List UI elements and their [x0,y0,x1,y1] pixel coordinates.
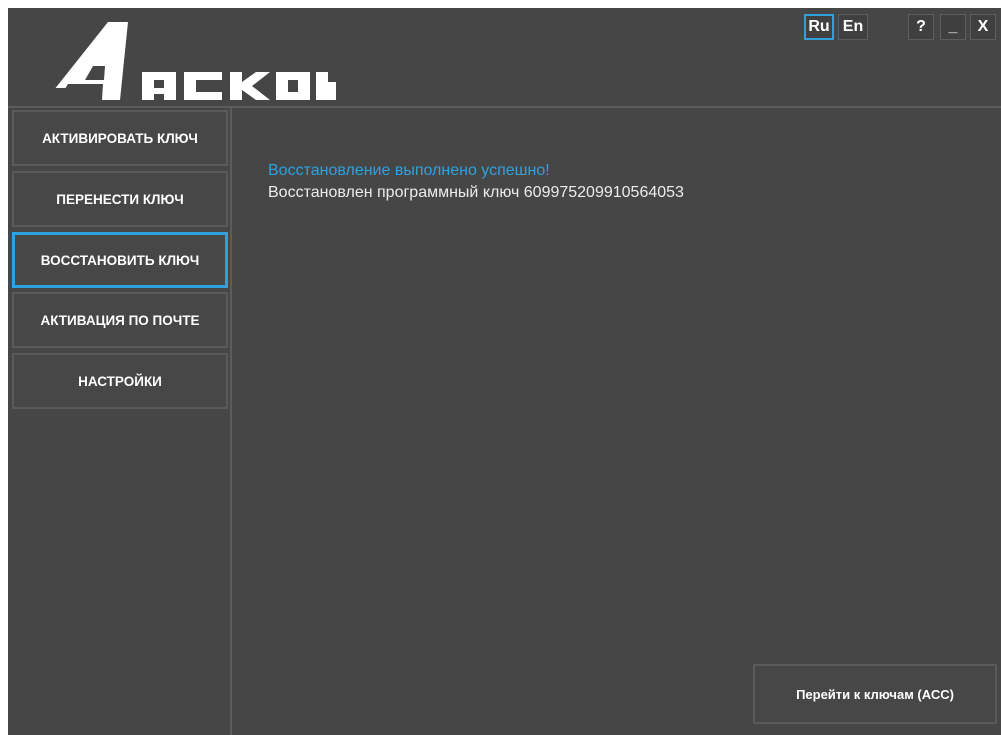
sidebar-item-settings[interactable]: НАСТРОЙКИ [12,353,228,409]
sidebar-item-restore-key[interactable]: ВОССТАНОВИТЬ КЛЮЧ [12,232,228,288]
ascon-logo [46,22,336,100]
success-message: Восстановление выполнено успешно! [268,162,550,179]
sidebar-item-email-activation[interactable]: АКТИВАЦИЯ ПО ПОЧТЕ [12,292,228,348]
minimize-button[interactable]: _ [940,14,966,40]
main-content: Восстановление выполнено успешно! Восста… [268,160,684,204]
sidebar-item-transfer-key[interactable]: ПЕРЕНЕСТИ КЛЮЧ [12,171,228,227]
lang-en-button[interactable]: En [838,14,868,40]
app-window: Ru En ? _ X АКТИВИРОВАТЬ КЛЮЧ ПЕРЕНЕСТИ … [8,8,1001,735]
restore-detail: Восстановлен программный ключ 6099752099… [268,182,684,204]
sidebar-divider [230,108,232,735]
header-divider [8,106,1001,108]
key-number: 609975209910564053 [523,184,684,201]
lang-ru-button[interactable]: Ru [804,14,834,40]
top-strip [548,0,648,8]
detail-prefix: Восстановлен программный ключ [268,184,520,201]
go-to-keys-button[interactable]: Перейти к ключам (АСС) [753,664,997,724]
header: Ru En ? _ X [8,8,1001,108]
sidebar-item-activate-key[interactable]: АКТИВИРОВАТЬ КЛЮЧ [12,110,228,166]
help-button[interactable]: ? [908,14,934,40]
close-button[interactable]: X [970,14,996,40]
